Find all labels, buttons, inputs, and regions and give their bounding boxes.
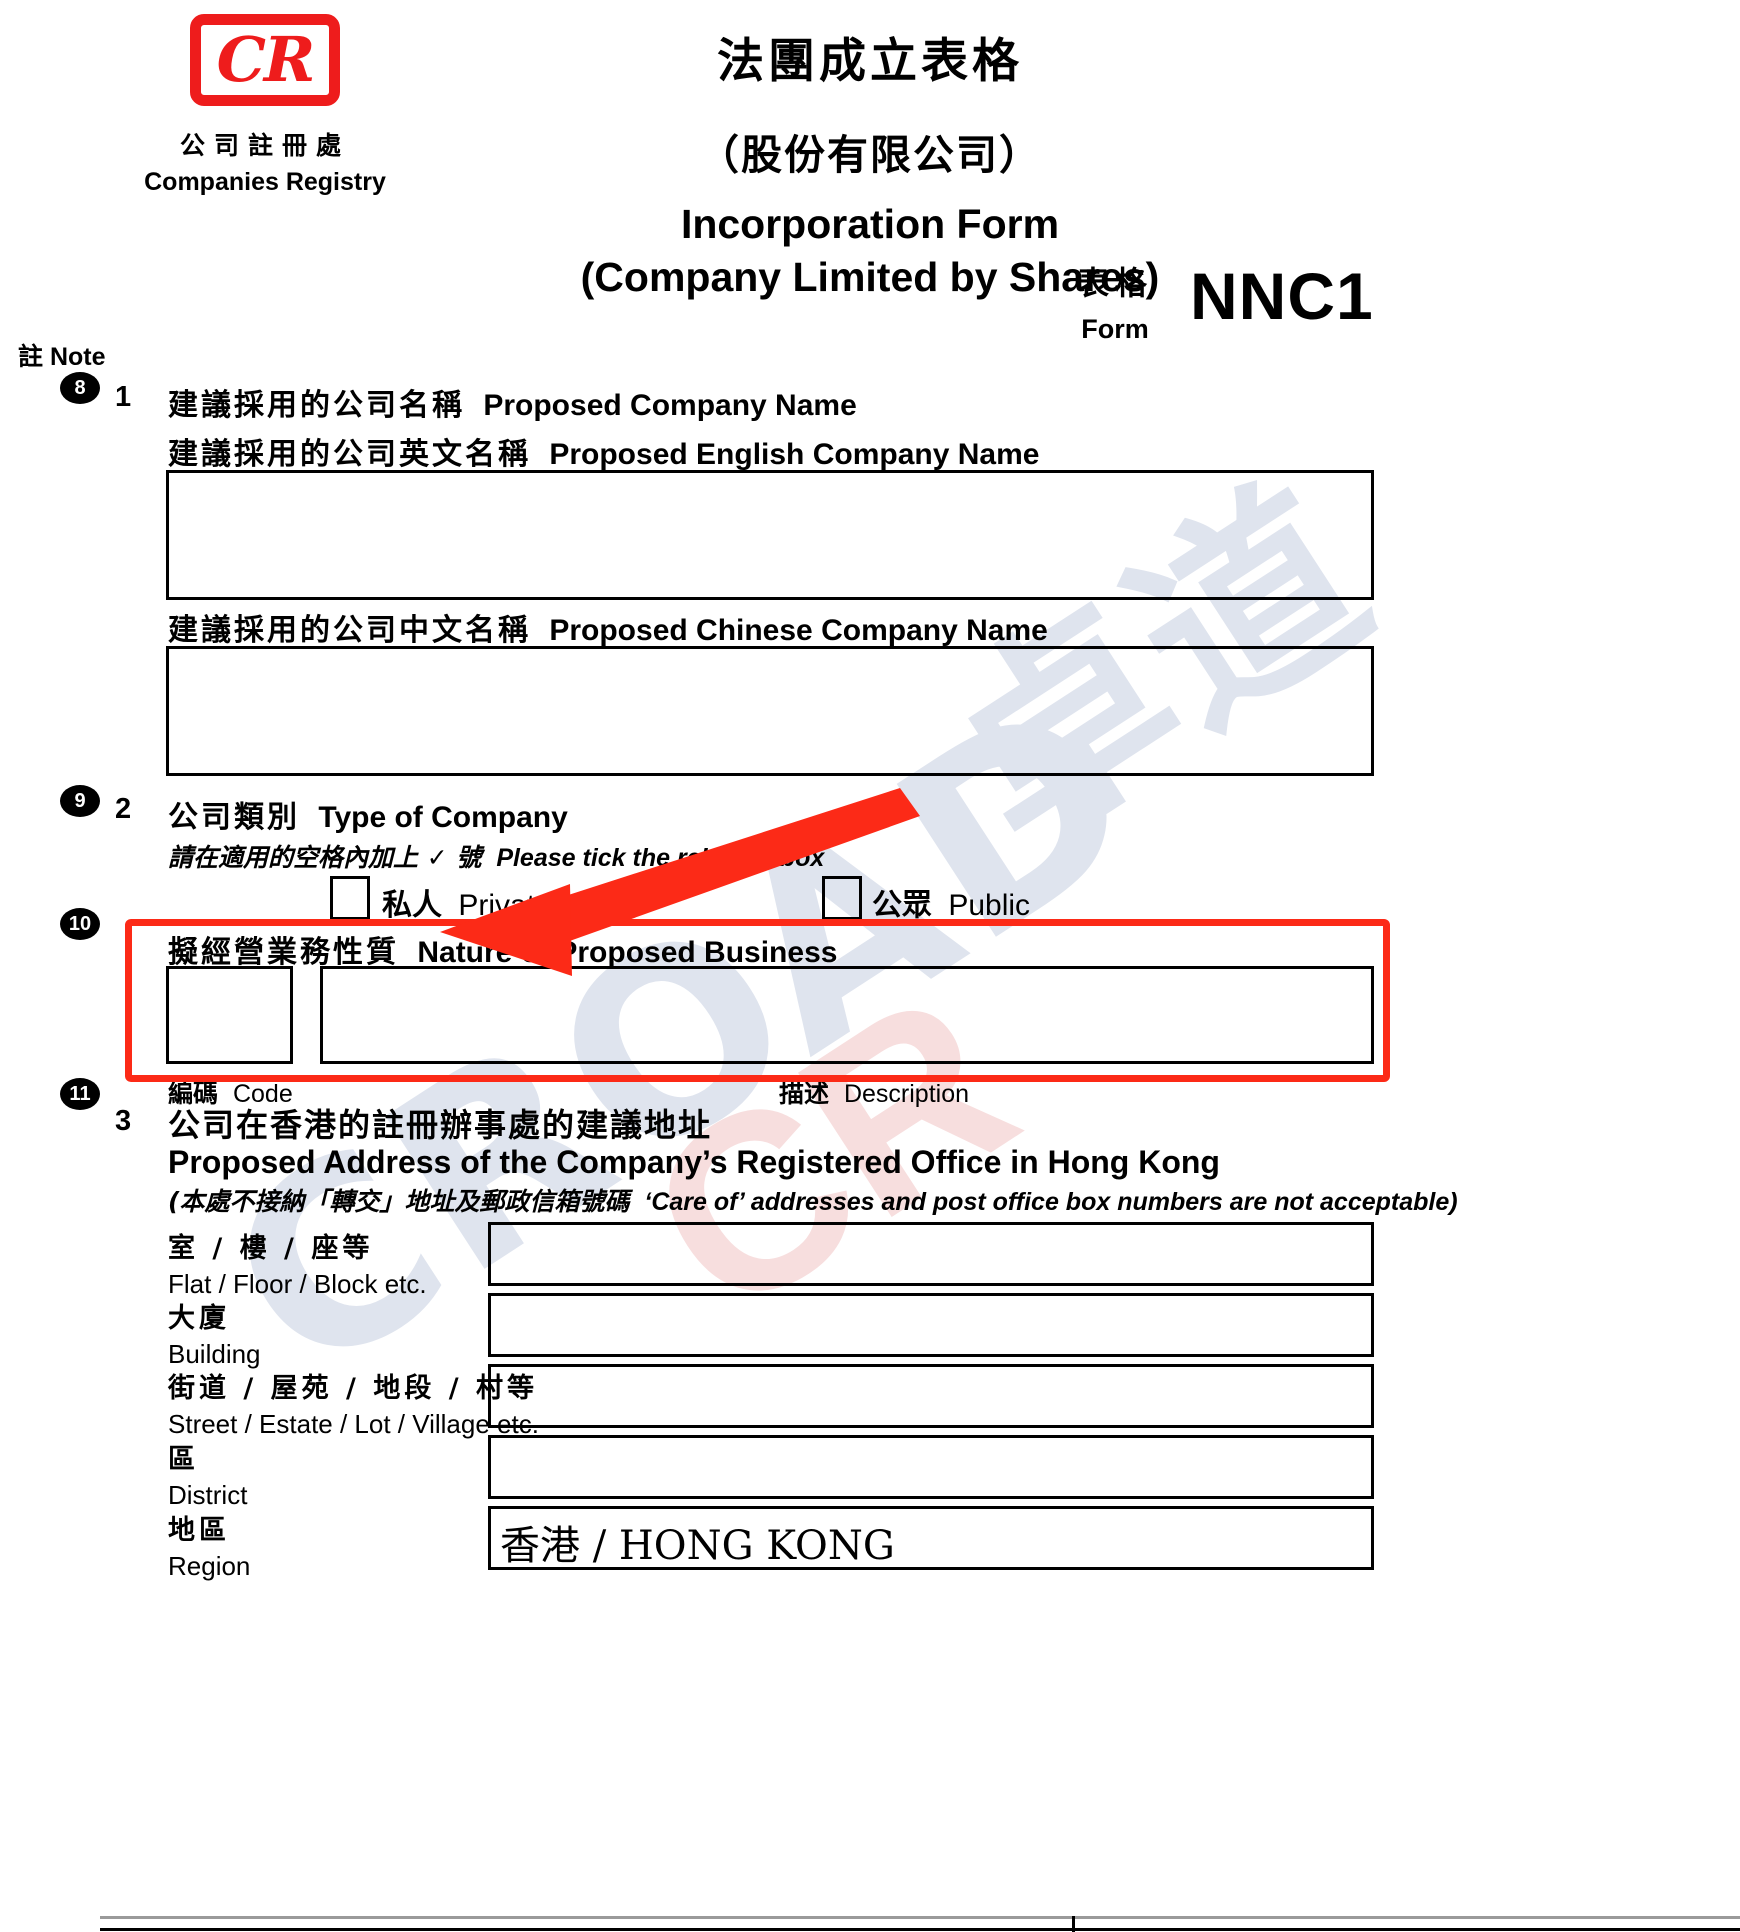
form-label-block: 表格 Form (1060, 258, 1170, 345)
section-3-note-cn: (本處不接納「轉交」地址及郵政信箱號碼 (168, 1187, 630, 1216)
note-column-header: 註 Note (18, 337, 106, 373)
form-title-block: 法團成立表格 （股份有限公司） Incorporation Form (Comp… (420, 22, 1320, 301)
business-code-input[interactable] (166, 966, 293, 1064)
region-value: 香港 / HONG KONG (500, 1523, 895, 1569)
street-estate-lot-village-label-en: Street / Estate / Lot / Village etc. (168, 1409, 539, 1439)
companies-registry-logo: CR 公司註冊處 Companies Registry (110, 14, 420, 197)
building-label: 大廈 Building (168, 1296, 261, 1370)
district-label-en: District (168, 1480, 248, 1510)
street-estate-lot-village-label: 街道 / 屋苑 / 地段 / 村等 Street / Estate / Lot … (168, 1366, 539, 1440)
page-bottom-column-tick (1072, 1916, 1075, 1932)
form-page: CR CROAD 卓道 CR 公司註冊處 Companies Registry … (0, 0, 1740, 1932)
building-label-cn: 大廈 (168, 1303, 230, 1334)
title-en: Incorporation Form (680, 201, 1060, 247)
note-header-cn: 註 (18, 342, 44, 371)
section-3-note: (本處不接納「轉交」地址及郵政信箱號碼 ‘Care of’ addresses … (168, 1182, 1458, 1218)
note-bubble-10[interactable]: 10 (60, 908, 100, 940)
section-1-heading-en: Proposed Company Name (483, 389, 857, 422)
page-bottom-divider-2 (100, 1928, 1740, 1931)
section-3-number: 3 (115, 1105, 132, 1137)
business-description-label-en: Description (843, 1080, 970, 1108)
building-input[interactable] (488, 1293, 1374, 1357)
cr-badge-icon: CR (190, 14, 340, 106)
region-label: 地區 Region (168, 1508, 250, 1582)
district-label: 區 District (168, 1437, 247, 1511)
business-description-input[interactable] (320, 966, 1374, 1064)
form-label-en: Form (1081, 314, 1149, 344)
section-1-heading-cn: 建議採用的公司名稱 (168, 388, 465, 423)
section-3-heading-en: Proposed Address of the Company’s Regist… (168, 1144, 1220, 1180)
nature-of-business-heading-en: Nature of Proposed Business (417, 936, 838, 969)
flat-floor-block-input[interactable] (488, 1222, 1374, 1286)
public-label-cn: 公眾 (872, 888, 932, 923)
section-1-heading: 建議採用的公司名稱 Proposed Company Name (168, 380, 857, 424)
public-label-en: Public (948, 889, 1031, 922)
chinese-name-label-cn: 建議採用的公司中文名稱 (168, 613, 531, 648)
street-estate-lot-village-input[interactable] (488, 1364, 1374, 1428)
title-cn: 法團成立表格 (717, 34, 1023, 89)
subtitle-en: (Company Limited by Shares) (580, 254, 1160, 300)
district-input[interactable] (488, 1435, 1374, 1499)
english-name-label-cn: 建議採用的公司英文名稱 (168, 437, 531, 472)
public-checkbox[interactable] (822, 876, 862, 920)
chinese-name-label: 建議採用的公司中文名稱 Proposed Chinese Company Nam… (168, 605, 1048, 649)
section-2-hint: 請在適用的空格內加上 ✓ 號 Please tick the relevant … (168, 838, 824, 874)
note-bubble-11[interactable]: 11 (60, 1078, 100, 1110)
note-bubble-9[interactable]: 9 (60, 785, 100, 817)
section-2-hint-cn: 請在適用的空格內加上 ✓ 號 (168, 843, 482, 872)
private-label-en: Private (458, 889, 552, 922)
note-bubble-8[interactable]: 8 (60, 372, 100, 404)
region-label-cn: 地區 (168, 1515, 230, 1546)
section-1-number: 1 (115, 381, 132, 413)
english-name-label-en: Proposed English Company Name (549, 438, 1040, 471)
district-label-cn: 區 (168, 1444, 199, 1475)
form-code: NNC1 (1190, 259, 1374, 333)
business-description-label-cn: 描述 (779, 1079, 830, 1108)
section-3-note-en: ‘Care of’ addresses and post office box … (644, 1188, 1458, 1216)
chinese-company-name-input[interactable] (166, 646, 1374, 776)
english-company-name-input[interactable] (166, 470, 1374, 600)
flat-floor-block-label: 室 / 樓 / 座等 Flat / Floor / Block etc. (168, 1226, 427, 1300)
org-name-cn: 公司註冊處 (179, 131, 350, 160)
org-name-en: Companies Registry (144, 168, 386, 196)
note-header-en: Note (49, 343, 106, 371)
english-name-label: 建議採用的公司英文名稱 Proposed English Company Nam… (168, 429, 1039, 473)
business-description-label: 描述 Description (779, 1074, 969, 1110)
street-estate-lot-village-label-cn: 街道 / 屋苑 / 地段 / 村等 (168, 1373, 538, 1404)
cr-mark-text: CR (216, 23, 316, 96)
section-2-heading-cn: 公司類別 (168, 800, 300, 835)
section-2-number: 2 (115, 793, 132, 825)
subtitle-cn: （股份有限公司） (698, 131, 1042, 179)
chinese-name-label-en: Proposed Chinese Company Name (549, 614, 1048, 647)
private-checkbox[interactable] (330, 876, 370, 920)
form-label-cn: 表格 (1076, 264, 1153, 302)
public-label: 公眾 Public (872, 880, 1030, 924)
private-label-cn: 私人 (382, 888, 442, 923)
region-label-en: Region (168, 1551, 251, 1581)
section-3-heading-cn: 公司在香港的註冊辦事處的建議地址 (168, 1106, 713, 1144)
private-label: 私人 Private (382, 880, 552, 924)
flat-floor-block-label-cn: 室 / 樓 / 座等 (168, 1233, 374, 1264)
nature-of-business-heading: 擬經營業務性質 Nature of Proposed Business (168, 927, 837, 971)
section-2-heading: 公司類別 Type of Company (168, 792, 568, 836)
page-bottom-divider (100, 1916, 1740, 1919)
nature-of-business-heading-cn: 擬經營業務性質 (168, 935, 399, 970)
section-2-hint-en: Please tick the relevant box (496, 844, 825, 872)
section-2-heading-en: Type of Company (318, 801, 568, 834)
